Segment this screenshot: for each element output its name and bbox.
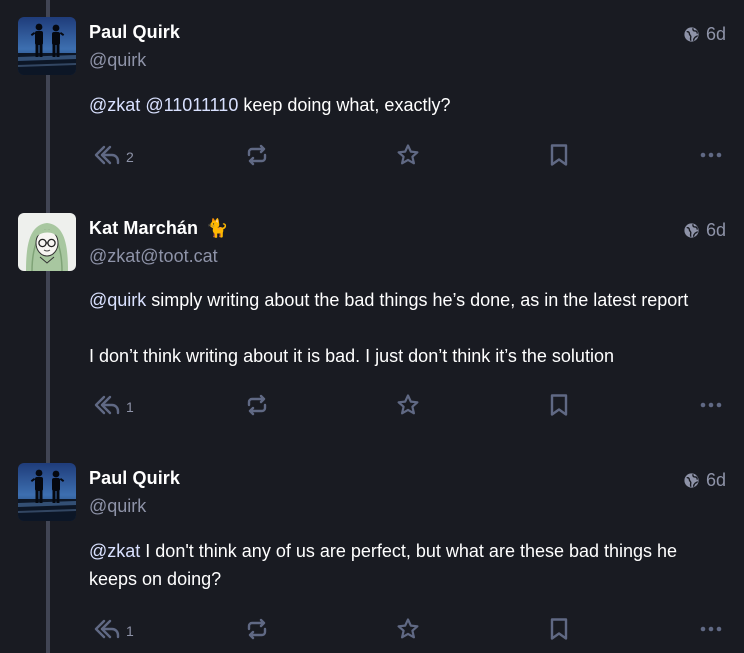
reply-button[interactable]: 1	[92, 390, 134, 420]
star-icon	[396, 393, 420, 417]
content-paragraph: I don’t think writing about it is bad. I…	[89, 342, 719, 370]
bookmark-icon	[548, 393, 570, 417]
post-content: @quirk simply writing about the bad thin…	[89, 286, 719, 370]
reply-button[interactable]: 1	[92, 614, 134, 644]
mention-link[interactable]: @zkat	[89, 541, 140, 561]
post-timestamp[interactable]: 6d	[683, 24, 726, 45]
mention-link[interactable]: @11011110	[145, 95, 238, 115]
boost-icon	[245, 617, 269, 641]
avatar[interactable]	[18, 17, 76, 75]
display-name-text: Kat Marchán	[89, 218, 199, 238]
post-content: @zkat I don't think any of us are perfec…	[89, 537, 719, 593]
more-icon	[700, 625, 722, 633]
content-paragraph: @quirk simply writing about the bad thin…	[89, 286, 719, 314]
globe-icon	[683, 26, 700, 43]
boost-button[interactable]	[245, 390, 269, 420]
reply-count: 1	[126, 399, 134, 415]
bookmark-icon	[548, 143, 570, 167]
content-text: I don’t think writing about it is bad. I…	[89, 346, 614, 366]
favourite-button[interactable]	[396, 140, 420, 170]
content-text: keep doing what, exactly?	[238, 95, 451, 115]
reply-count: 1	[126, 623, 134, 639]
bookmark-button[interactable]	[548, 390, 570, 420]
content-paragraph: @zkat @11011110 keep doing what, exactly…	[89, 91, 719, 119]
display-name[interactable]: Kat Marchán 🐈	[89, 218, 229, 239]
bookmark-button[interactable]	[548, 614, 570, 644]
reply-button[interactable]: 2	[92, 140, 134, 170]
relative-time: 6d	[705, 220, 726, 240]
more-icon	[700, 401, 722, 409]
bookmark-button[interactable]	[548, 140, 570, 170]
account-handle[interactable]: @quirk	[89, 496, 146, 517]
display-name[interactable]: Paul Quirk	[89, 468, 180, 489]
mention-link[interactable]: @quirk	[89, 290, 146, 310]
thread-line	[46, 0, 50, 653]
reply-count: 2	[126, 149, 134, 165]
star-icon	[396, 617, 420, 641]
content-paragraph: @zkat I don't think any of us are perfec…	[89, 537, 719, 593]
more-button[interactable]	[700, 140, 722, 170]
content-text: I don't think any of us are perfect, but…	[89, 541, 678, 589]
post-timestamp[interactable]: 6d	[683, 470, 726, 491]
more-button[interactable]	[700, 614, 722, 644]
relative-time: 6d	[705, 470, 726, 490]
globe-icon	[683, 222, 700, 239]
relative-time: 6d	[705, 24, 726, 44]
action-bar: 1	[0, 390, 744, 420]
cat-emoji-icon: 🐈	[206, 218, 229, 238]
avatar[interactable]	[18, 213, 76, 271]
reply-all-icon	[92, 618, 122, 640]
boost-icon	[245, 143, 269, 167]
post-timestamp[interactable]: 6d	[683, 220, 726, 241]
favourite-button[interactable]	[396, 614, 420, 644]
content-text: simply writing about the bad things he’s…	[146, 290, 689, 310]
reply-all-icon	[92, 394, 122, 416]
boost-button[interactable]	[245, 140, 269, 170]
favourite-button[interactable]	[396, 390, 420, 420]
avatar[interactable]	[18, 463, 76, 521]
star-icon	[396, 143, 420, 167]
action-bar: 1	[0, 614, 744, 644]
action-bar: 2	[0, 140, 744, 170]
mention-link[interactable]: @zkat	[89, 95, 140, 115]
account-handle[interactable]: @quirk	[89, 50, 146, 71]
more-button[interactable]	[700, 390, 722, 420]
post-content: @zkat @11011110 keep doing what, exactly…	[89, 91, 719, 119]
boost-icon	[245, 393, 269, 417]
display-name-text: Paul Quirk	[89, 22, 181, 42]
display-name[interactable]: Paul Quirk	[89, 22, 180, 43]
boost-button[interactable]	[245, 614, 269, 644]
reply-all-icon	[92, 144, 122, 166]
bookmark-icon	[548, 617, 570, 641]
more-icon	[700, 151, 722, 159]
account-handle[interactable]: @zkat@toot.cat	[89, 246, 218, 267]
display-name-text: Paul Quirk	[89, 468, 181, 488]
globe-icon	[683, 472, 700, 489]
